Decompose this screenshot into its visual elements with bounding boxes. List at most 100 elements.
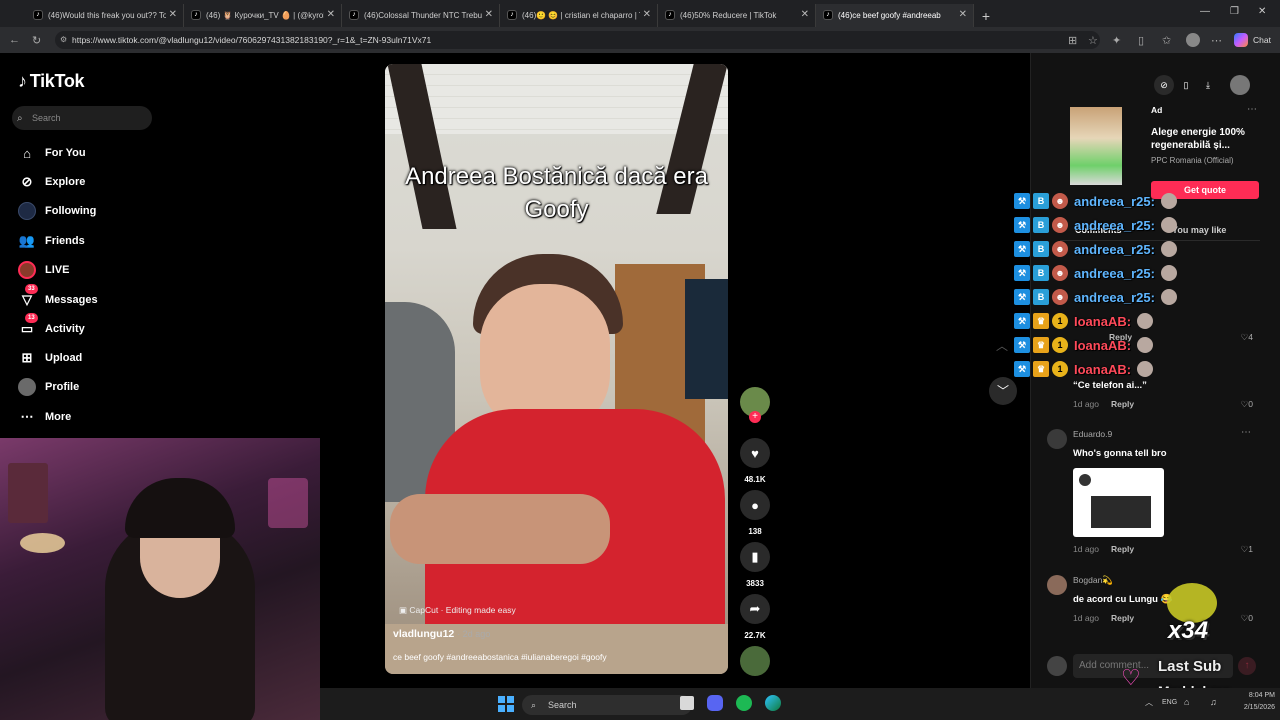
share-button[interactable]: ➦ 22.7K — [740, 594, 770, 640]
comment-time: 1d ago — [1073, 613, 1099, 623]
like-comment[interactable]: ♡4 — [1241, 332, 1253, 343]
nav-for-you[interactable]: ⌂ For You — [18, 142, 85, 164]
creator-avatar[interactable]: + — [740, 387, 770, 423]
tiktok-favicon-icon: ♪ — [507, 10, 517, 20]
chat-button[interactable]: Chat — [1253, 35, 1271, 45]
split-screen-icon[interactable]: ▯ — [1138, 34, 1144, 47]
chat-username: andreea_r25: — [1074, 193, 1155, 209]
more-icon: ⋯ — [20, 409, 34, 424]
nav-more[interactable]: ⋯ More — [18, 406, 72, 428]
follow-plus-icon[interactable]: + — [749, 411, 761, 423]
browser-tab[interactable]: ♪ (46)Colossal Thunder NTC Trebuch ✕ — [342, 4, 500, 27]
compass-icon[interactable]: ⊘ — [1154, 75, 1174, 95]
close-tab-icon[interactable]: ✕ — [169, 9, 177, 20]
browser-tab[interactable]: ♪ (46) 🦉 Курочки_TV 🥚 | (@kyrohk ✕ — [184, 4, 342, 27]
app-icon[interactable]: ⊞ — [1068, 34, 1077, 47]
windows-start-icon[interactable] — [498, 696, 514, 712]
comment-image[interactable] — [1073, 468, 1164, 537]
comment-author[interactable]: Bogdan💫 — [1073, 575, 1113, 586]
discord-icon[interactable] — [707, 695, 723, 711]
tab-actions[interactable] — [0, 4, 26, 27]
user-avatar[interactable] — [1230, 75, 1250, 95]
reply-button[interactable]: Reply — [1111, 399, 1134, 409]
ad-advertiser[interactable]: PPC Romania (Official) — [1151, 156, 1234, 165]
like-comment[interactable]: ♡0 — [1241, 613, 1253, 624]
avatar[interactable] — [1047, 429, 1067, 449]
browser-tab[interactable]: ♪ (46)Would this freak you out?? To ✕ — [26, 4, 184, 27]
pink-light — [268, 478, 308, 528]
reply-button[interactable]: Reply — [1111, 544, 1134, 554]
tiktok-logo[interactable]: ♪ TikTok — [18, 71, 85, 92]
download-icon[interactable]: ⤓ — [1198, 75, 1218, 95]
menu-dots-icon[interactable]: ⋯ — [1211, 34, 1222, 47]
moderator-badge-icon: ⚒ — [1014, 313, 1030, 329]
ad-title[interactable]: Alege energie 100% regenerabilă și... — [1151, 126, 1256, 152]
like-comment[interactable]: ♡1 — [1241, 544, 1253, 555]
like-comment[interactable]: ♡0 — [1241, 399, 1253, 410]
edge-icon[interactable] — [765, 695, 781, 711]
copilot-icon[interactable] — [1234, 33, 1248, 47]
avatar[interactable] — [1047, 575, 1067, 595]
favorites-icon[interactable]: ✩ — [1162, 34, 1171, 47]
comment-button[interactable]: ● 138 — [740, 490, 770, 536]
site-info-icon[interactable]: ⚙ — [60, 31, 67, 49]
volume-icon[interactable]: ♫ — [1210, 697, 1217, 707]
ad-thumbnail[interactable] — [1070, 107, 1122, 185]
bookmark-icon: ▮ — [740, 542, 770, 572]
nav-profile[interactable]: Profile — [18, 376, 79, 398]
post-time: · 2d ago — [457, 629, 491, 639]
reply-button[interactable]: Reply — [1111, 613, 1134, 623]
save-button[interactable]: ▮ 3833 — [740, 542, 770, 588]
clock-time[interactable]: 8:04 PM — [1225, 692, 1275, 699]
nav-upload[interactable]: ⊞ Upload — [18, 347, 83, 369]
rank-badge-icon: 1 — [1052, 313, 1068, 329]
favorite-star-icon[interactable]: ☆ — [1088, 34, 1098, 47]
like-button[interactable]: ♥ 48.1K — [740, 438, 770, 484]
nav-live[interactable]: LIVE — [18, 259, 69, 281]
clock-date[interactable]: 2/15/2026 — [1225, 704, 1275, 711]
language-indicator[interactable]: ENG — [1162, 699, 1177, 706]
tab-you-may-like[interactable]: You may like — [1172, 225, 1226, 235]
minimize-icon[interactable]: — — [1200, 6, 1210, 17]
search-input[interactable]: ⌕ Search — [12, 106, 152, 130]
close-window-icon[interactable]: ✕ — [1258, 6, 1266, 17]
music-disc[interactable] — [740, 646, 770, 676]
reload-icon[interactable]: ↻ — [32, 34, 41, 47]
chevron-up-icon[interactable]: ︿ — [990, 337, 1014, 359]
ad-more-icon[interactable]: ⋯ — [1247, 104, 1257, 115]
maximize-icon[interactable]: ❐ — [1230, 6, 1239, 17]
extensions-icon[interactable]: ✦ — [1112, 34, 1121, 47]
close-tab-icon[interactable]: ✕ — [485, 9, 493, 20]
close-tab-icon[interactable]: ✕ — [327, 9, 335, 20]
nav-messages[interactable]: ▽ 33 Messages — [18, 284, 98, 311]
phone-icon[interactable]: ▯ — [1176, 75, 1196, 95]
nav-explore[interactable]: ⊘ Explore — [18, 171, 86, 193]
nav-friends[interactable]: 👥 Friends — [18, 230, 85, 252]
nav-activity[interactable]: ▭ 13 Activity — [18, 313, 85, 340]
browser-tab[interactable]: ♪ (46)50% Reducere | TikTok ✕ — [658, 4, 816, 27]
video-overlay-title: Andreea Bostănică dacă era Goofy — [405, 163, 708, 223]
chevron-down-icon[interactable]: ﹀ — [989, 377, 1017, 405]
spotify-icon[interactable] — [736, 695, 752, 711]
comment-author[interactable]: Eduardo.9 — [1073, 429, 1112, 439]
file-explorer-icon[interactable] — [680, 696, 694, 710]
back-icon[interactable]: ← — [9, 34, 20, 46]
close-tab-icon[interactable]: ✕ — [801, 9, 809, 20]
video-author[interactable]: vladlungu12 · 2d ago — [393, 628, 490, 640]
url-field[interactable]: ⚙ https://www.tiktok.com/@vladlungu12/vi… — [55, 31, 1100, 49]
close-tab-icon[interactable]: ✕ — [643, 9, 651, 20]
close-tab-icon[interactable]: ✕ — [959, 9, 967, 20]
nav-following[interactable]: Following — [18, 200, 96, 222]
author-name[interactable]: vladlungu12 — [393, 628, 454, 640]
taskbar-search[interactable]: ⌕ Search — [522, 695, 692, 715]
tiktok-favicon-icon: ♪ — [349, 10, 359, 20]
profile-avatar[interactable] — [1186, 33, 1200, 47]
browser-tab[interactable]: ♪ (46)🙂 😊 | cristian el chaparro | Ti ✕ — [500, 4, 658, 27]
video-player[interactable]: Andreea Bostănică dacă era Goofy ▣ CapCu… — [385, 64, 728, 674]
browser-tab-active[interactable]: ♪ (46)ce beef goofy #andreeab ✕ — [816, 4, 974, 27]
send-icon[interactable]: ↑ — [1238, 657, 1256, 675]
comment-more-icon[interactable]: ⋯ — [1241, 427, 1251, 438]
tray-arrow-icon[interactable]: ︿ — [1145, 697, 1153, 708]
new-tab-button[interactable]: + — [974, 4, 998, 27]
network-icon[interactable]: ⌂ — [1184, 697, 1189, 707]
